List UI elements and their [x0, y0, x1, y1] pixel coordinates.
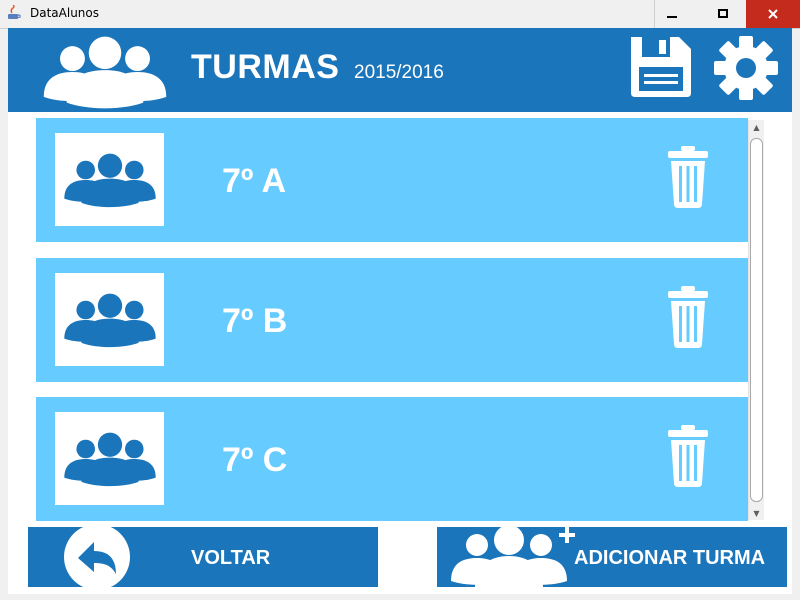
- maximize-button[interactable]: [706, 0, 740, 28]
- vertical-scrollbar[interactable]: ▲ ▼: [748, 120, 764, 520]
- main-window: TURMAS 2015/2016 7º A 7º B 7º C ▲ ▼ VOLT…: [8, 28, 792, 594]
- minimize-button[interactable]: [654, 0, 689, 28]
- class-avatar: [55, 412, 164, 505]
- back-button[interactable]: VOLTAR: [28, 524, 378, 590]
- scroll-down-icon[interactable]: ▼: [749, 506, 764, 520]
- group-icon: [60, 292, 160, 348]
- java-app-icon: [8, 5, 21, 19]
- class-name: 7º A: [222, 162, 287, 200]
- close-button[interactable]: [746, 0, 800, 28]
- back-arrow-icon: [64, 524, 130, 590]
- scroll-thumb[interactable]: [750, 138, 763, 502]
- close-icon: [768, 9, 778, 19]
- class-row[interactable]: 7º A: [36, 118, 748, 242]
- settings-button[interactable]: [712, 34, 780, 102]
- class-avatar: [55, 273, 164, 366]
- class-list: 7º A 7º B 7º C: [36, 118, 764, 522]
- class-avatar: [55, 133, 164, 226]
- minimize-icon: [667, 16, 677, 18]
- back-label: VOLTAR: [191, 547, 271, 569]
- title-bar: DataAlunos: [0, 0, 800, 29]
- maximize-icon: [718, 9, 728, 18]
- group-icon: [60, 152, 160, 208]
- scroll-up-icon[interactable]: ▲: [749, 120, 764, 134]
- delete-class-button[interactable]: [666, 425, 710, 487]
- add-class-button[interactable]: ADICIONAR TURMA: [437, 525, 787, 587]
- add-group-icon: [451, 525, 575, 587]
- page-title: TURMAS: [191, 48, 340, 86]
- class-row[interactable]: 7º C: [36, 397, 748, 521]
- class-row[interactable]: 7º B: [36, 258, 748, 382]
- header-bar: TURMAS 2015/2016: [8, 28, 792, 112]
- delete-class-button[interactable]: [666, 146, 710, 208]
- add-class-label: ADICIONAR TURMA: [574, 547, 766, 569]
- school-year: 2015/2016: [354, 62, 444, 83]
- window-title: DataAlunos: [30, 6, 99, 20]
- delete-class-button[interactable]: [666, 286, 710, 348]
- group-icon: [38, 34, 172, 110]
- class-name: 7º B: [222, 302, 288, 340]
- class-name: 7º C: [222, 441, 288, 479]
- group-icon: [60, 431, 160, 487]
- save-button[interactable]: [627, 35, 693, 99]
